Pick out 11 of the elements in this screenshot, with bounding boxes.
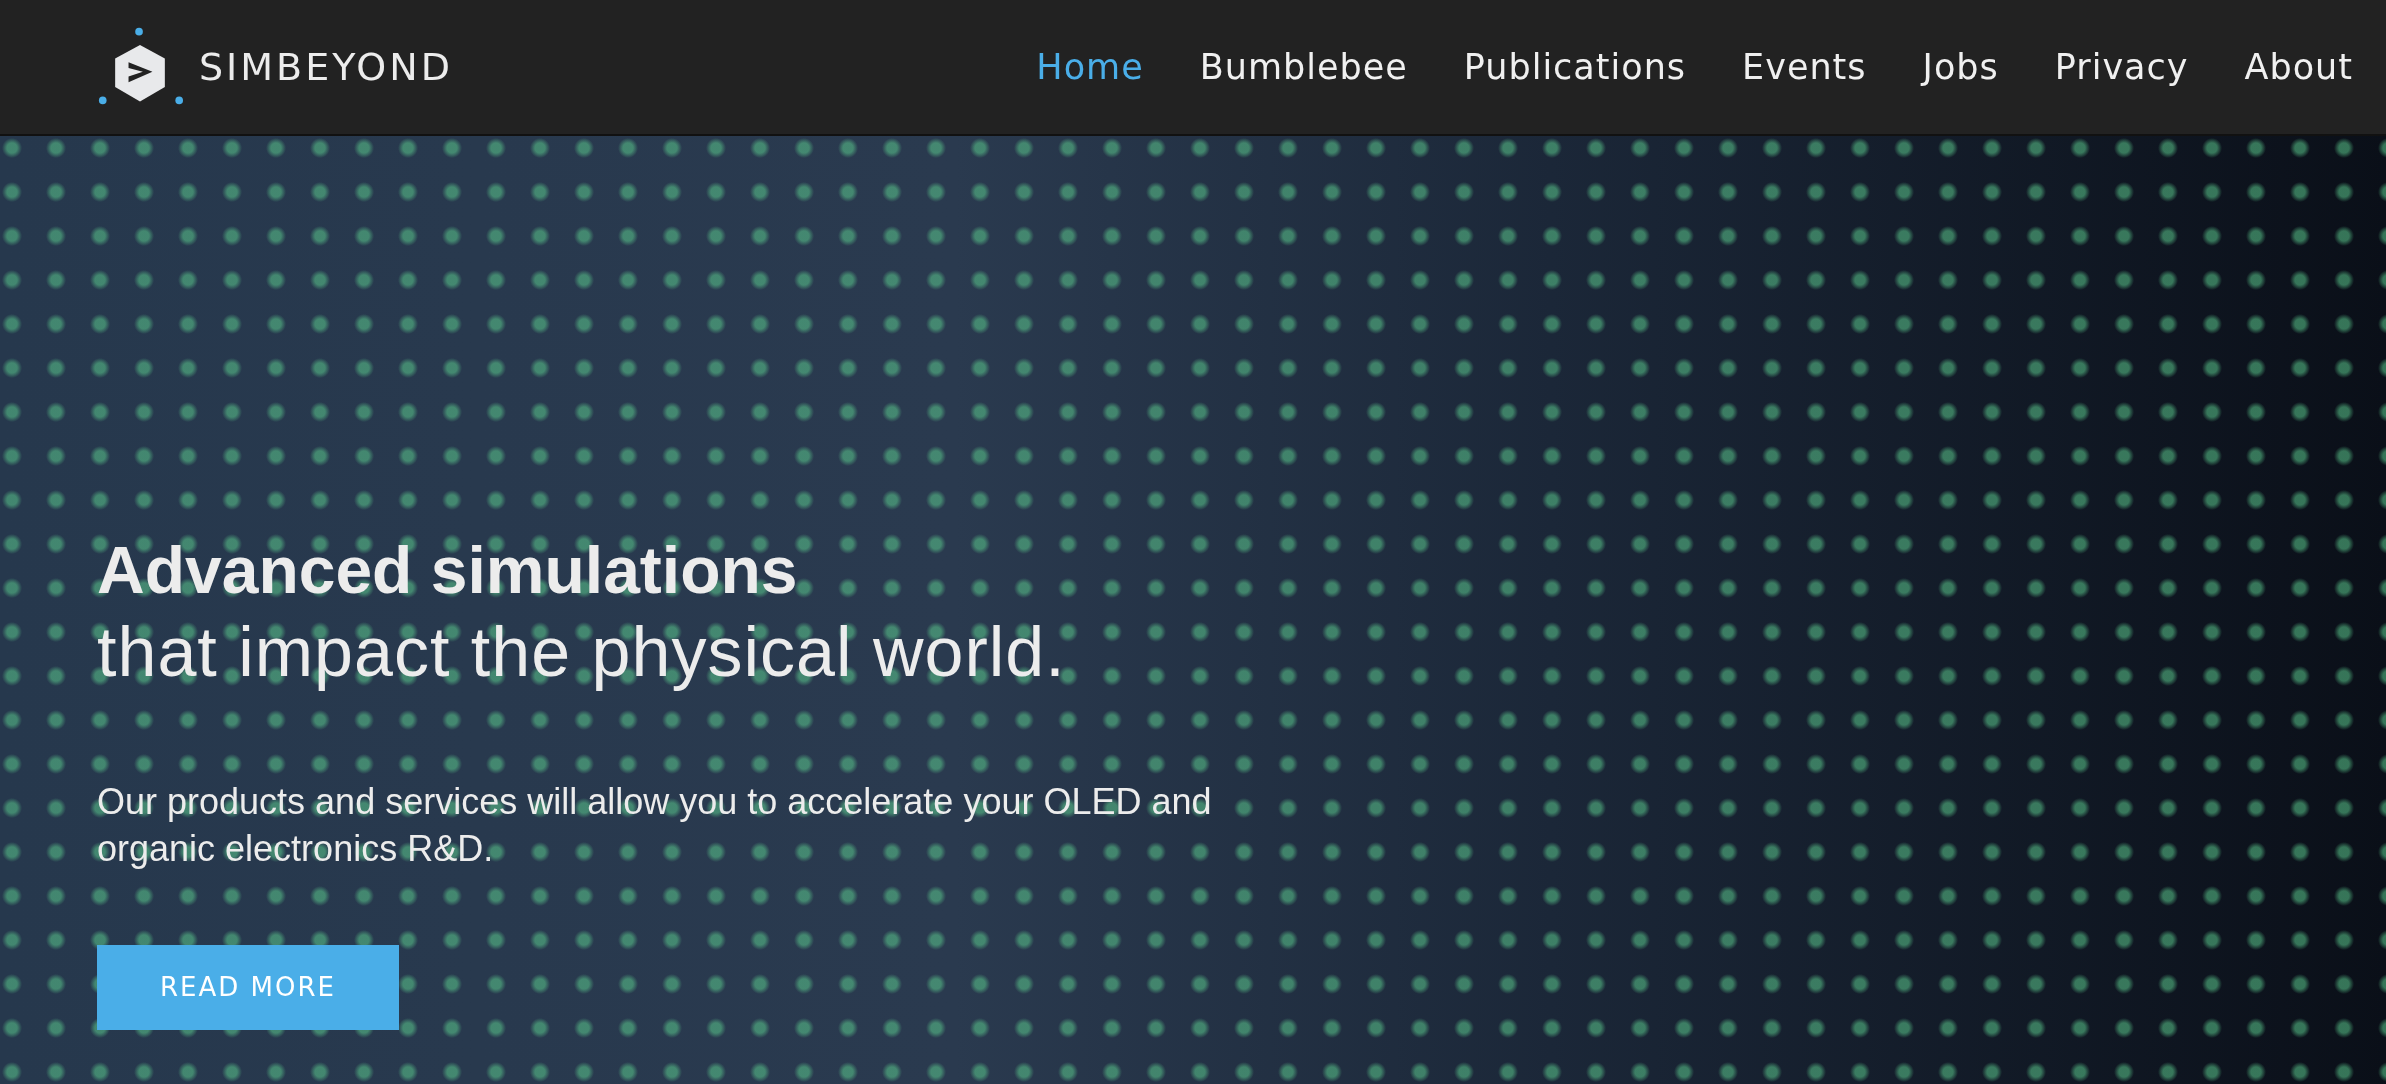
nav-link[interactable]: Bumblebee: [1199, 47, 1408, 87]
hero-text: Our products and services will allow you to accelerate your OLED and organic electronics R&D.: [97, 780, 1213, 871]
nav-link[interactable]: Home: [1036, 47, 1144, 87]
nav-link[interactable]: About: [2244, 47, 2353, 87]
nav-link[interactable]: Jobs: [1922, 47, 1999, 87]
nav-link[interactable]: Events: [1742, 47, 1867, 87]
hero-title: Advanced simulations: [97, 532, 799, 609]
hero-subtitle: that impact the physical world.: [97, 612, 1067, 694]
nav-link[interactable]: Privacy: [2054, 47, 2189, 87]
logo-link[interactable]: SIMBEYOND: [97, 24, 453, 110]
nav-link[interactable]: Publications: [1463, 47, 1687, 87]
